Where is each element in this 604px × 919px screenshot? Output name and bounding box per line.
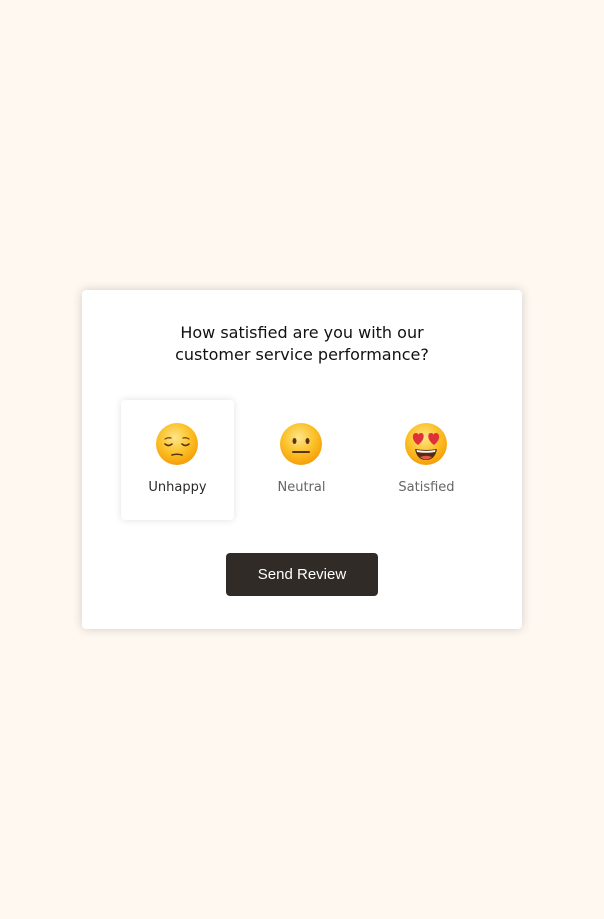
rating-label: Satisfied — [398, 480, 455, 495]
heart-eyes-face-icon — [405, 423, 447, 465]
rating-options: Unhappy Neutral Satisfied — [121, 400, 483, 520]
question-line-2: customer service performance? — [175, 345, 429, 364]
review-panel: How satisfied are you with our customer … — [82, 290, 522, 629]
rating-label: Neutral — [277, 480, 326, 495]
send-review-button[interactable]: Send Review — [226, 553, 378, 596]
rating-label: Unhappy — [148, 480, 207, 495]
relieved-face-icon — [156, 423, 198, 465]
rating-neutral[interactable]: Neutral — [245, 400, 358, 520]
question-line-1: How satisfied are you with our — [180, 323, 424, 342]
rating-satisfied[interactable]: Satisfied — [370, 400, 483, 520]
review-question: How satisfied are you with our customer … — [82, 322, 522, 366]
neutral-face-icon — [280, 423, 322, 465]
rating-unhappy[interactable]: Unhappy — [121, 400, 234, 520]
